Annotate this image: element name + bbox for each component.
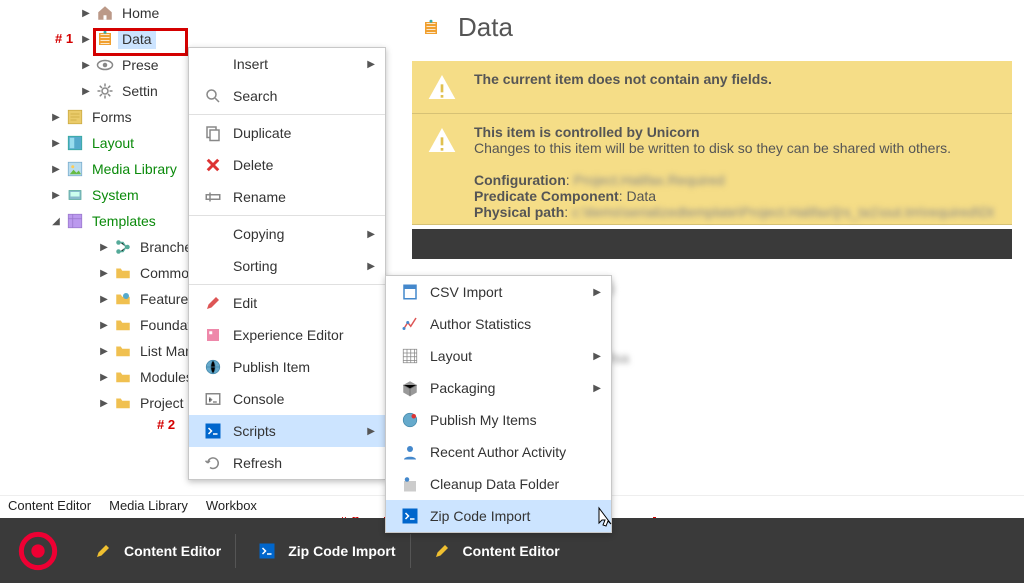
image-icon: [66, 160, 84, 178]
task-content-editor-2[interactable]: Content Editor: [415, 534, 574, 568]
folder-icon: [114, 264, 132, 282]
pencil-icon: [94, 542, 112, 560]
feature-folder-icon: [114, 290, 132, 308]
layout-icon: [66, 134, 84, 152]
task-content-editor-1[interactable]: Content Editor: [76, 534, 236, 568]
eye-icon: [96, 56, 114, 74]
menu-sorting[interactable]: Sorting▶: [189, 250, 385, 282]
folder-icon: [114, 316, 132, 334]
menu-search[interactable]: Search: [189, 80, 385, 112]
rename-icon: [203, 188, 223, 206]
tab-media-library[interactable]: Media Library: [109, 498, 188, 515]
menu-scripts[interactable]: Scripts▶: [189, 415, 385, 447]
menu-packaging[interactable]: Packaging▶: [386, 372, 611, 404]
package-icon: [400, 379, 420, 397]
context-menu: Insert▶ Search Duplicate Delete Rename C…: [188, 47, 386, 480]
task-zip-code-import[interactable]: Zip Code Import: [240, 534, 410, 568]
section-header[interactable]: [412, 229, 1012, 259]
tree-item-home[interactable]: ▶Home: [8, 0, 400, 26]
menu-console[interactable]: Console: [189, 383, 385, 415]
delete-icon: [203, 156, 223, 174]
menu-publish-item[interactable]: Publish Item: [189, 351, 385, 383]
data-icon: [422, 19, 440, 37]
gear-icon: [96, 82, 114, 100]
menu-delete[interactable]: Delete: [189, 149, 385, 181]
search-icon: [203, 87, 223, 105]
grid-icon: [400, 347, 420, 365]
folder-icon: [114, 342, 132, 360]
menu-rename[interactable]: Rename: [189, 181, 385, 213]
console-icon: [203, 390, 223, 408]
item-title: Data: [458, 12, 513, 43]
sitecore-logo[interactable]: [10, 523, 66, 579]
globe-publish-icon: [400, 411, 420, 429]
branch-icon: [114, 238, 132, 256]
menu-cleanup-data-folder[interactable]: Cleanup Data Folder: [386, 468, 611, 500]
warning-icon: [426, 71, 458, 103]
menu-publish-my-items[interactable]: Publish My Items: [386, 404, 611, 436]
data-icon: [96, 30, 114, 48]
menu-duplicate[interactable]: Duplicate: [189, 117, 385, 149]
alert-unicorn: This item is controlled by Unicorn Chang…: [412, 114, 1012, 225]
tab-content-editor[interactable]: Content Editor: [8, 498, 91, 515]
duplicate-icon: [203, 124, 223, 142]
menu-recent-author-activity[interactable]: Recent Author Activity: [386, 436, 611, 468]
menu-author-statistics[interactable]: Author Statistics: [386, 308, 611, 340]
menu-edit[interactable]: Edit: [189, 287, 385, 319]
powershell-icon: [258, 542, 276, 560]
menu-zip-code-import[interactable]: Zip Code Import: [386, 500, 611, 532]
pencil-icon: [433, 542, 451, 560]
menu-refresh[interactable]: Refresh: [189, 447, 385, 479]
template-icon: [66, 212, 84, 230]
refresh-icon: [203, 454, 223, 472]
item-header: Data: [412, 8, 1012, 61]
cleanup-icon: [400, 475, 420, 493]
menu-csv-import[interactable]: CSV Import▶: [386, 276, 611, 308]
alert-no-fields: The current item does not contain any fi…: [412, 61, 1012, 114]
experience-editor-icon: [203, 326, 223, 344]
home-icon: [96, 4, 114, 22]
csv-icon: [400, 283, 420, 301]
user-icon: [400, 443, 420, 461]
stats-icon: [400, 315, 420, 333]
menu-copying[interactable]: Copying▶: [189, 218, 385, 250]
folder-icon: [114, 368, 132, 386]
scripts-submenu: CSV Import▶ Author Statistics Layout▶ Pa…: [385, 275, 612, 533]
system-icon: [66, 186, 84, 204]
menu-experience-editor[interactable]: Experience Editor: [189, 319, 385, 351]
menu-layout[interactable]: Layout▶: [386, 340, 611, 372]
powershell-icon: [203, 422, 223, 440]
globe-icon: [203, 358, 223, 376]
powershell-icon: [400, 507, 420, 525]
edit-icon: [203, 294, 223, 312]
tab-workbox[interactable]: Workbox: [206, 498, 257, 515]
form-icon: [66, 108, 84, 126]
warning-icon: [426, 124, 458, 156]
pointer-cursor-icon: [596, 506, 614, 528]
menu-insert[interactable]: Insert▶: [189, 48, 385, 80]
folder-icon: [114, 394, 132, 412]
